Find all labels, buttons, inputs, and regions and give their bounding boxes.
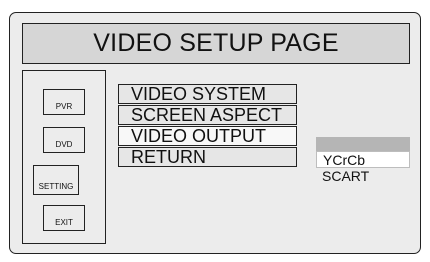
option-scart[interactable]: SCART	[316, 168, 410, 185]
exit-button[interactable]: EXIT	[43, 205, 85, 231]
page-title: VIDEO SETUP PAGE	[93, 29, 339, 57]
options-header	[316, 137, 410, 151]
dvd-button[interactable]: DVD	[43, 127, 85, 153]
option-ycrcb[interactable]: YCrCb	[316, 151, 410, 168]
menu-item-video-output[interactable]: VIDEO OUTPUT	[118, 126, 297, 146]
menu-item-return[interactable]: RETURN	[118, 147, 297, 167]
title-bar: VIDEO SETUP PAGE	[22, 23, 410, 64]
sidebar: PVR DVD SETTING EXIT	[22, 70, 106, 244]
pvr-button[interactable]: PVR	[43, 89, 85, 115]
menu-item-screen-aspect[interactable]: SCREEN ASPECT	[118, 105, 297, 125]
video-output-options: YCrCb SCART	[316, 137, 410, 185]
setting-button[interactable]: SETTING	[33, 165, 79, 195]
video-setup-menu: VIDEO SYSTEM SCREEN ASPECT VIDEO OUTPUT …	[118, 84, 297, 168]
menu-item-video-system[interactable]: VIDEO SYSTEM	[118, 84, 297, 104]
